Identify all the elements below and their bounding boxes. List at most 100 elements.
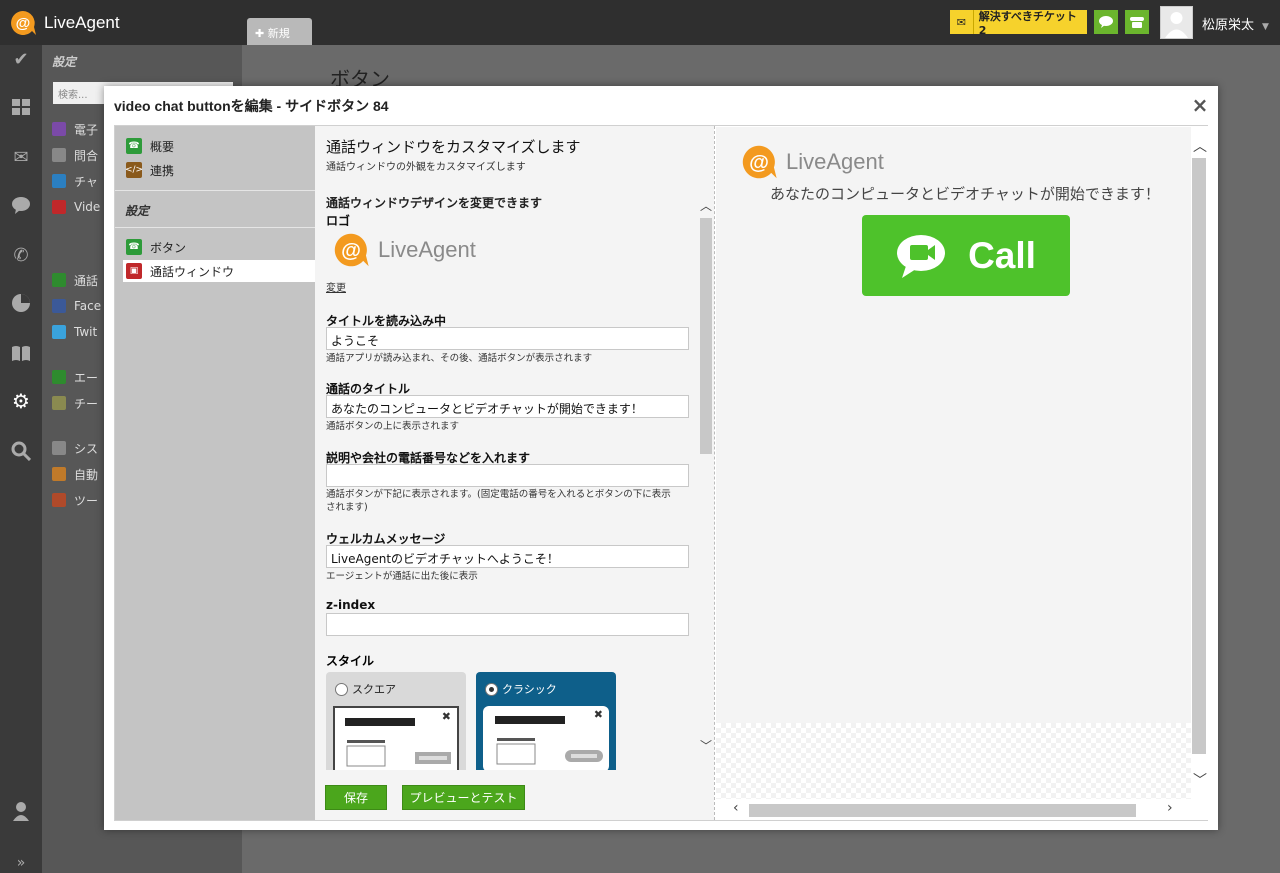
nav-profile[interactable] [9,799,33,823]
nav-chats[interactable] [9,193,33,217]
scrollbar-thumb[interactable] [1192,158,1206,754]
save-button[interactable]: 保存 [325,785,387,810]
phone-status-button[interactable] [1125,10,1149,34]
form-icon [52,148,66,162]
design-heading: 通話ウィンドウデザインを変更できます [326,196,543,210]
svg-text:@: @ [749,152,769,174]
nav-item-label: 通話ウィンドウ [150,264,235,279]
call-window-form: 通話ウィンドウをカスタマイズします 通話ウィンドウの外観をカスタマイズします 通… [315,126,714,820]
window-mockup-icon [495,716,603,765]
app-logo[interactable]: @ LiveAgent [8,9,120,37]
style-option-square[interactable]: スクエア ✖ [326,672,466,772]
dialog-title: video chat buttonを編集 - サイドボタン 84 [114,98,389,114]
scroll-up-arrow-icon[interactable]: ︿ [1193,136,1207,156]
submenu-item-twitter[interactable]: Twit [52,323,97,341]
wrench-icon [52,493,66,507]
nav-settings[interactable]: ⚙ [9,389,33,413]
loading-title-input[interactable]: ようこそ [326,327,689,350]
submenu-item-facebook[interactable]: Face [52,297,101,315]
form-subheading: 通話ウィンドウの外観をカスタマイズします [326,162,526,173]
radio-button-selected[interactable] [485,682,498,696]
nav-tickets[interactable]: ✉ [9,145,33,169]
welcome-message-input[interactable]: LiveAgentのビデオチャットへようこそ！ [326,545,689,568]
gear-icon [52,441,66,455]
form-scrollbar[interactable]: ︿ ﹀ [698,196,714,756]
phone-gear-icon: ☎ [126,239,142,255]
submenu-item-calls[interactable]: 通話 [52,271,98,289]
submenu-item-tools[interactable]: ツー [52,491,98,509]
chat-bubble-icon [12,197,30,214]
submenu-item-teams[interactable]: チー [52,394,98,412]
scroll-down-arrow-icon[interactable]: ﹀ [1193,770,1207,790]
user-name-menu[interactable]: 松原栄太 ▼ [1202,14,1269,33]
preview-call-button[interactable]: Call [862,215,1070,296]
nav-expand[interactable]: » [9,851,33,873]
preview-transparent-area [716,723,1191,799]
submenu-item-contact-form[interactable]: 問合 [52,146,98,164]
dialog-close-button[interactable]: × [1190,93,1210,117]
video-camera-icon [52,200,66,214]
nav-item-button[interactable]: ☎ ボタン [123,236,315,258]
change-logo-link[interactable]: 変更 [326,279,346,294]
style-square-radio-label[interactable]: スクエア [335,681,396,697]
submenu-item-label: 問合 [74,148,99,163]
nav-item-integration[interactable]: </> 連携 [123,159,315,181]
nav-item-call-window[interactable]: ▣ 通話ウィンドウ [123,260,315,282]
form-heading: 通話ウィンドウをカスタマイズします [326,138,581,156]
call-title-input[interactable]: あなたのコンピュータとビデオチャットが開始できます！ [326,395,689,418]
pie-chart-icon [12,294,30,312]
scroll-right-arrow-icon[interactable]: › [1167,800,1173,816]
style-label: スタイル [326,654,375,668]
scroll-left-arrow-icon[interactable]: ‹ [733,800,739,816]
submenu-item-email[interactable]: 電子 [52,120,98,138]
nav-search[interactable] [9,439,33,463]
submenu-item-video[interactable]: Vide [52,198,100,216]
scroll-up-arrow-icon[interactable]: ︿ [700,200,712,212]
preview-vertical-scrollbar[interactable]: ︿ ﹀ [1191,136,1207,796]
phone-handset-icon: ✆ [13,244,29,266]
nav-separator [115,190,315,191]
phone-icon [52,273,66,287]
nav-knowledgebase[interactable] [9,341,33,365]
edit-button-dialog: video chat buttonを編集 - サイドボタン 84 × ☎ 概要 … [104,86,1218,830]
plus-icon: ✚ [255,27,268,40]
submenu-item-agents[interactable]: エー [52,368,98,386]
submenu-item-automation[interactable]: 自動 [52,465,98,483]
double-chevron-right-icon: » [16,855,26,871]
new-tab-button[interactable]: ✚ 新規 [247,18,312,45]
submenu-item-label: ツー [74,493,99,508]
submenu-item-chat[interactable]: チャ [52,172,98,190]
preview-and-test-button[interactable]: プレビューとテスト [402,785,525,810]
chat-bubble-icon [1099,16,1113,28]
window-cursor-icon: ▣ [126,263,142,279]
user-avatar[interactable] [1160,6,1193,39]
zindex-input[interactable] [326,613,689,636]
nav-calls[interactable]: ✆ [9,243,33,267]
scrollbar-thumb[interactable] [700,218,712,454]
style-square-thumbnail: ✖ [333,706,459,772]
nav-tasks[interactable]: ✔ [9,47,33,71]
tickets-to-resolve-badge[interactable]: ✉ 解決すべきチケット 2 [950,10,1087,37]
submenu-item-label: Face [74,299,102,313]
style-option-classic[interactable]: クラシック ✖ [476,672,616,772]
nav-dashboard[interactable] [9,95,33,119]
nav-item-overview[interactable]: ☎ 概要 [123,135,315,157]
form-footer: 保存 プレビューとテスト [315,770,714,820]
logo-preview-text: LiveAgent [378,237,476,262]
envelope-icon: ✉ [13,146,29,168]
submenu-item-system[interactable]: シス [52,439,98,457]
close-icon: × [1191,93,1209,117]
scroll-down-arrow-icon[interactable]: ﹀ [700,740,712,752]
nav-reports[interactable] [9,291,33,315]
submenu-item-label: Vide [74,200,101,214]
new-tab-label: 新規 [267,27,290,40]
preview-horizontal-scrollbar[interactable]: ‹ › [729,800,1179,818]
style-square-label: スクエア [352,683,396,696]
chat-status-button[interactable] [1094,10,1118,34]
top-bar: @ LiveAgent ✚ 新規 ✉ 解決すべきチケット 2 松原栄太 ▼ [0,0,1280,45]
scrollbar-thumb[interactable] [749,804,1136,817]
style-classic-radio-label[interactable]: クラシック [485,681,557,697]
radio-button[interactable] [335,682,348,696]
app-logo-text: LiveAgent [44,13,120,32]
description-input[interactable] [326,464,689,487]
